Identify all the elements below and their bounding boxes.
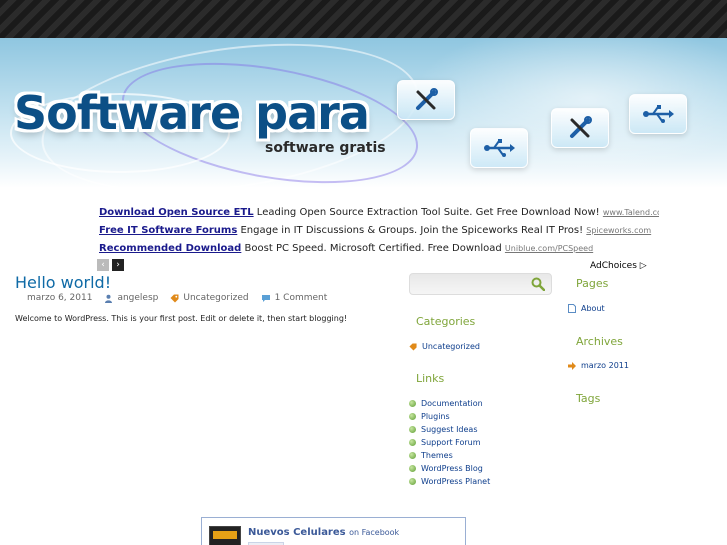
ad-title-link[interactable]: Free IT Software Forums (99, 225, 237, 236)
link-documentation[interactable]: Documentation (421, 399, 483, 408)
links-list: Documentation Plugins Suggest Ideas Supp… (409, 397, 490, 488)
adchoices-label: AdChoices (590, 261, 637, 271)
categories-heading: Categories (416, 315, 476, 328)
tag-icon (170, 294, 179, 302)
facebook-page-link[interactable]: Nuevos Celulares on Facebook (248, 527, 399, 538)
ad-url-link[interactable]: Spiceworks.com (586, 226, 651, 235)
post-comments: 1 Comment (261, 293, 328, 303)
bullet-icon (409, 465, 416, 472)
pages-list: About (568, 302, 605, 315)
bullet-icon (409, 400, 416, 407)
categories-list: Uncategorized (409, 340, 480, 353)
ad-description: Leading Open Source Extraction Tool Suit… (256, 207, 600, 218)
adchoices-icon: ▷ (639, 261, 647, 271)
search-icon[interactable] (531, 277, 545, 291)
link-themes[interactable]: Themes (421, 451, 453, 460)
post-meta: marzo 6, 2011 angelesp Uncategorized 1 C… (27, 293, 327, 303)
ad-description: Engage in IT Discussions & Groups. Join … (240, 225, 584, 236)
site-header-banner: Software para software gratis (0, 38, 727, 188)
ad-nav: ‹ › (97, 259, 124, 271)
bullet-icon (409, 426, 416, 433)
page-icon (568, 304, 576, 313)
post-category: Uncategorized (170, 293, 249, 303)
list-item: WordPress Blog (409, 462, 490, 475)
tools-icon (551, 108, 609, 148)
ad-next-button[interactable]: › (112, 259, 124, 271)
ad-url-link[interactable]: www.Talend.com/Open_Sou (603, 208, 659, 217)
post-date: marzo 6, 2011 (27, 293, 93, 303)
list-item: Documentation (409, 397, 490, 410)
adchoices-link[interactable]: AdChoices ▷ (590, 261, 647, 271)
ad-title-link[interactable]: Recommended Download (99, 243, 241, 254)
list-item: WordPress Planet (409, 475, 490, 488)
archives-heading: Archives (576, 335, 623, 348)
search-input[interactable] (414, 277, 524, 293)
usb-icon (629, 94, 687, 134)
tools-icon (397, 80, 455, 120)
category-link[interactable]: Uncategorized (422, 342, 480, 351)
tag-icon (409, 342, 417, 351)
facebook-widget: Nuevos Celulares on Facebook (201, 517, 466, 545)
post-author: angelesp (104, 293, 158, 303)
pages-heading: Pages (576, 277, 609, 290)
list-item: Themes (409, 449, 490, 462)
ad-row: Free IT Software Forums Engage in IT Dis… (99, 222, 659, 240)
post-author-link[interactable]: angelesp (117, 293, 158, 303)
archive-link[interactable]: marzo 2011 (581, 361, 629, 370)
ad-description: Boost PC Speed. Microsoft Certified. Fre… (244, 243, 502, 254)
facebook-on-label: on Facebook (349, 528, 400, 537)
links-heading: Links (416, 372, 445, 385)
post-comments-link[interactable]: 1 Comment (275, 293, 328, 303)
top-stripe-bar (0, 0, 727, 38)
bullet-icon (409, 413, 416, 420)
page-link-about[interactable]: About (581, 304, 605, 313)
facebook-page-name: Nuevos Celulares (248, 527, 346, 538)
site-subtitle: software gratis (265, 140, 386, 156)
ad-row: Recommended Download Boost PC Speed. Mic… (99, 240, 659, 258)
bullet-icon (409, 478, 416, 485)
ad-links-block: Download Open Source ETL Leading Open So… (99, 204, 659, 258)
link-support-forum[interactable]: Support Forum (421, 438, 481, 447)
link-wordpress-planet[interactable]: WordPress Planet (421, 477, 490, 486)
archives-list: marzo 2011 (568, 359, 629, 372)
search-box (409, 273, 552, 295)
bullet-icon (409, 439, 416, 446)
list-item: Plugins (409, 410, 490, 423)
link-plugins[interactable]: Plugins (421, 412, 450, 421)
comment-icon (261, 294, 270, 302)
list-item: Uncategorized (409, 340, 480, 353)
list-item: About (568, 302, 605, 315)
bullet-icon (409, 452, 416, 459)
site-title[interactable]: Software para (14, 86, 370, 140)
ad-row: Download Open Source ETL Leading Open So… (99, 204, 659, 222)
ad-title-link[interactable]: Download Open Source ETL (99, 207, 254, 218)
post-title-link[interactable]: Hello world! (15, 273, 111, 292)
list-item: marzo 2011 (568, 359, 629, 372)
post-category-link[interactable]: Uncategorized (183, 293, 248, 303)
arrow-right-icon (568, 361, 576, 370)
link-suggest-ideas[interactable]: Suggest Ideas (421, 425, 478, 434)
usb-icon (470, 128, 528, 168)
list-item: Suggest Ideas (409, 423, 490, 436)
facebook-page-thumbnail[interactable] (209, 526, 241, 545)
ad-prev-button[interactable]: ‹ (97, 259, 109, 271)
user-icon (105, 294, 113, 303)
list-item: Support Forum (409, 436, 490, 449)
link-wordpress-blog[interactable]: WordPress Blog (421, 464, 483, 473)
tags-heading: Tags (576, 392, 601, 405)
post-body: Welcome to WordPress. This is your first… (15, 314, 348, 323)
ad-url-link[interactable]: Uniblue.com/PCSpeed (505, 244, 593, 253)
